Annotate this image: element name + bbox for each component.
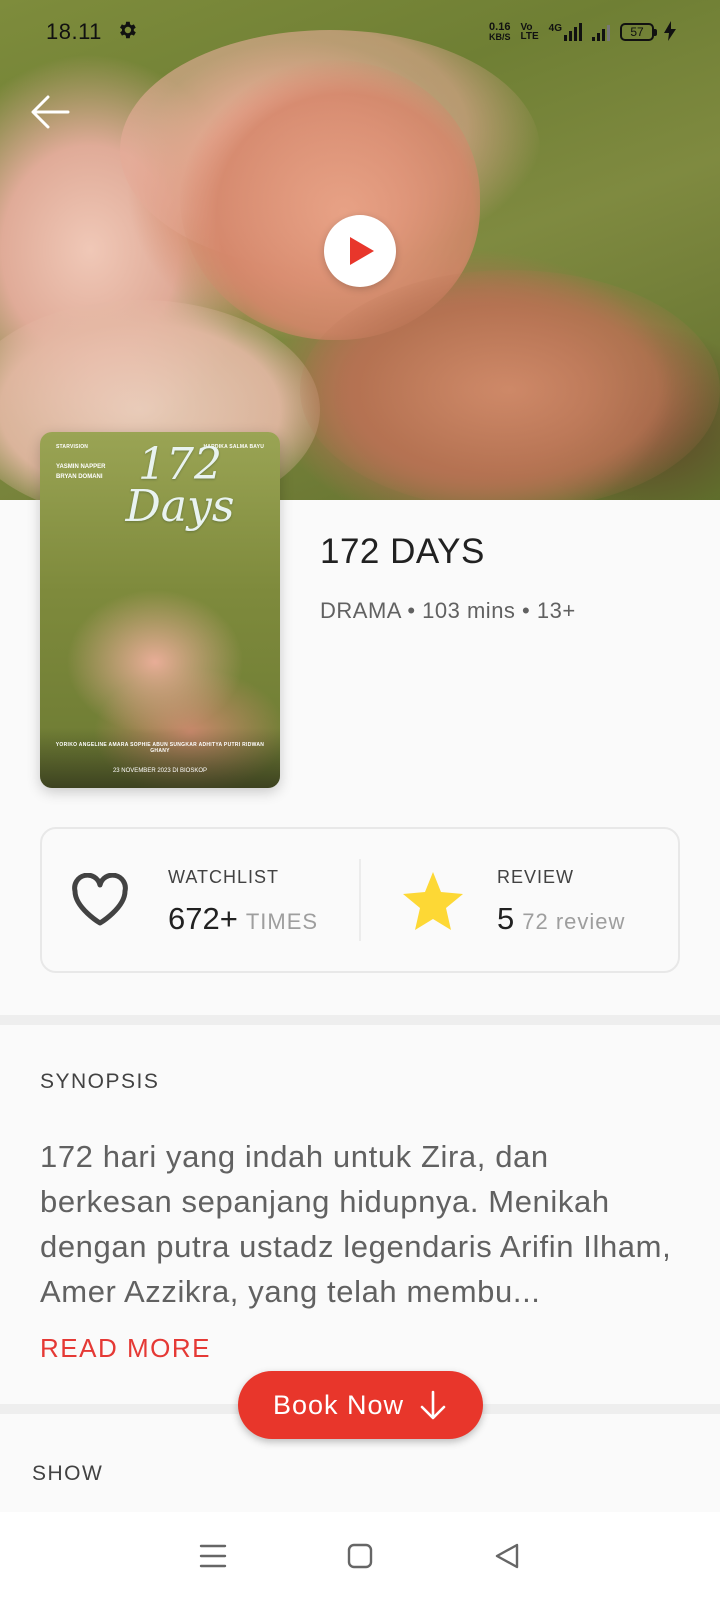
poster-bottom-fade xyxy=(40,728,280,788)
play-icon xyxy=(350,237,374,265)
recent-apps-button[interactable] xyxy=(183,1526,243,1586)
watchlist-value: 672+ TIMES xyxy=(168,901,318,937)
stats-card: WATCHLIST 672+ TIMES REVIEW 5 72 review xyxy=(40,827,680,973)
arrow-down-icon xyxy=(420,1390,446,1420)
battery-icon: 57 xyxy=(620,23,657,41)
signal-4g-icon: 4G xyxy=(549,23,582,41)
heart-icon[interactable] xyxy=(68,869,132,933)
system-back-button[interactable] xyxy=(477,1526,537,1586)
read-more-link[interactable]: READ MORE xyxy=(40,1333,211,1364)
movie-meta: DRAMA • 103 mins • 13+ xyxy=(320,598,576,623)
watchlist-label: WATCHLIST xyxy=(168,867,279,887)
back-triangle-icon xyxy=(495,1543,518,1569)
play-trailer-button[interactable] xyxy=(324,215,396,287)
settings-gear-icon xyxy=(116,19,138,46)
section-separator xyxy=(0,1015,720,1025)
network-speed: 0.16 KB/S xyxy=(488,21,511,43)
star-icon xyxy=(401,869,465,933)
review-stat[interactable]: REVIEW 5 72 review xyxy=(361,829,678,971)
watchlist-count: 672+ xyxy=(168,901,238,936)
watchlist-unit: TIMES xyxy=(245,909,319,934)
back-button[interactable] xyxy=(26,88,74,136)
synopsis-text: 172 hari yang indah untuk Zira, dan berk… xyxy=(40,1139,672,1309)
poster-title: 172 Days xyxy=(125,439,235,532)
review-score: 5 xyxy=(497,901,515,936)
movie-title: 172 DAYS xyxy=(320,532,485,571)
volte-indicator: Vo LTE xyxy=(520,22,539,42)
movie-detail-screen: 18.11 0.16 KB/S Vo LTE 4G 57 STARVISION … xyxy=(0,0,720,1600)
review-label: REVIEW xyxy=(497,867,575,887)
book-now-button[interactable]: Book Now xyxy=(238,1371,483,1439)
watchlist-stat[interactable]: WATCHLIST 672+ TIMES xyxy=(42,829,359,971)
poster-cast: YORIKO ANGELINE AMARA SOPHIE ABUN SUNGKA… xyxy=(55,742,265,754)
review-count: 72 review xyxy=(522,909,626,934)
home-button[interactable] xyxy=(330,1526,390,1586)
status-right: 0.16 KB/S Vo LTE 4G 57 xyxy=(488,20,676,44)
system-nav-bar xyxy=(0,1512,720,1600)
movie-poster: STARVISION HARDIKA SALMA BAYU YASMIN NAP… xyxy=(40,432,280,788)
back-arrow-icon xyxy=(31,95,70,129)
status-left: 18.11 xyxy=(46,19,138,46)
status-bar: 18.11 0.16 KB/S Vo LTE 4G 57 xyxy=(0,0,720,64)
signal-bars-icon xyxy=(592,23,610,41)
charging-bolt-icon xyxy=(664,20,676,44)
home-icon xyxy=(347,1543,373,1569)
menu-icon xyxy=(200,1544,227,1568)
poster-lead-names: YASMIN NAPPER BRYAN DOMANI xyxy=(56,464,106,480)
book-now-label: Book Now xyxy=(272,1389,405,1420)
show-heading: SHOW xyxy=(32,1462,104,1485)
poster-release-date: 23 NOVEMBER 2023 DI BIOSKOP xyxy=(112,768,208,774)
hero-face-man xyxy=(300,270,720,500)
review-value: 5 72 review xyxy=(497,901,625,937)
status-time: 18.11 xyxy=(46,19,102,44)
synopsis-heading: SYNOPSIS xyxy=(40,1070,160,1093)
